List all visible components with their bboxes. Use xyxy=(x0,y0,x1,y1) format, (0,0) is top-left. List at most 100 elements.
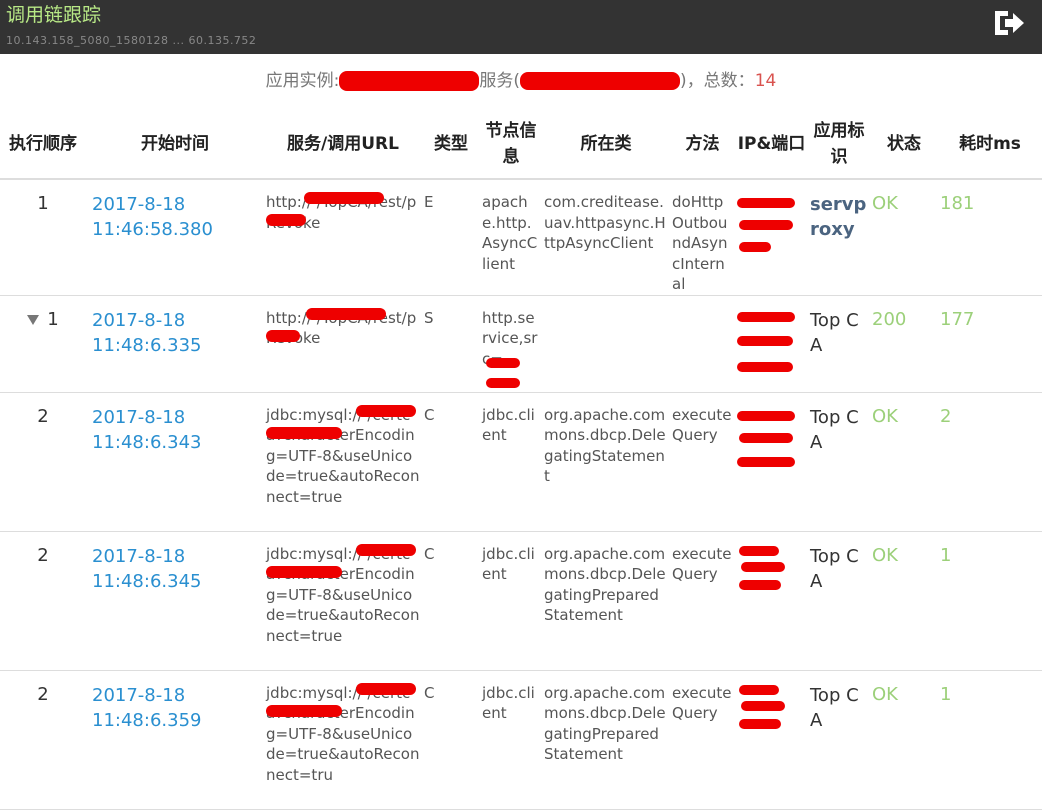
cell-app: Top CA xyxy=(808,531,870,671)
redaction-mark xyxy=(520,72,681,90)
redaction-mark xyxy=(741,561,785,572)
cell-class: org.apache.commons.dbcp.DelegatingPrepar… xyxy=(542,670,670,810)
cell-type: C xyxy=(422,670,480,810)
redaction-mark xyxy=(737,311,795,322)
redaction-mark xyxy=(266,704,342,717)
summary-total: 14 xyxy=(754,71,777,91)
header-node[interactable]: 节点信息 xyxy=(480,110,542,180)
header-app[interactable]: 应用标识 xyxy=(808,110,870,180)
cell-method: doHttpOutboundAsyncInternal xyxy=(670,179,735,296)
summary-line: 应用实例: 服务()，总数：14 xyxy=(0,66,1042,91)
redaction-mark xyxy=(737,410,795,421)
header-ip[interactable]: IP&端口 xyxy=(735,110,808,180)
cell-app: Top CA xyxy=(808,295,870,393)
start-date: 2017-8-18 xyxy=(92,309,186,331)
cell-url: jdbc:mysql:// /certca?characterEncoding=… xyxy=(264,670,422,810)
table-row[interactable]: 2 2017-8-18 11:48:6.345 jdbc:mysql:// /ce… xyxy=(0,531,1042,671)
redaction-mark xyxy=(739,220,793,230)
cell-ip xyxy=(735,179,808,296)
start-date: 2017-8-18 xyxy=(92,194,186,215)
trace-table: 执行顺序 开始时间 服务/调用URL 类型 节点信息 所在类 方法 IP&端口 … xyxy=(0,110,1042,810)
logout-icon[interactable] xyxy=(992,8,1026,38)
header-type[interactable]: 类型 xyxy=(422,110,480,180)
cell-cost: 1 xyxy=(938,531,1042,671)
summary-service-label: 服务( xyxy=(479,71,521,91)
cell-method: executeQuery xyxy=(670,670,735,810)
table-row[interactable]: 2 2017-8-18 11:48:6.343 jdbc:mysql:// /ce… xyxy=(0,392,1042,532)
start-date: 2017-8-18 xyxy=(92,545,186,567)
cell-seq: 1 xyxy=(0,179,86,296)
header-seq[interactable]: 执行顺序 xyxy=(0,110,86,180)
cell-start-time[interactable]: 2017-8-18 11:48:6.345 xyxy=(86,531,264,671)
seq-value: 1 xyxy=(47,308,59,330)
redaction-mark xyxy=(737,198,795,208)
cell-seq: 1 xyxy=(0,295,86,393)
header-start-time[interactable]: 开始时间 xyxy=(86,110,264,180)
cell-class: org.apache.commons.dbcp.DelegatingPrepar… xyxy=(542,531,670,671)
redaction-mark xyxy=(739,432,793,443)
redaction-mark xyxy=(304,192,384,204)
cell-method: executeQuery xyxy=(670,531,735,671)
cell-ip xyxy=(735,392,808,532)
summary-prefix: 应用实例: xyxy=(265,71,340,91)
url-text: jdbc:mysql:// /certca?characterEncoding=… xyxy=(266,405,420,506)
cell-start-time[interactable]: 2017-8-18 11:48:6.359 xyxy=(86,670,264,810)
start-time: 11:46:58.380 xyxy=(92,219,213,240)
cell-app[interactable]: servproxy xyxy=(808,179,870,296)
cell-class: com.creditease.uav.httpasync.HttpAsyncCl… xyxy=(542,179,670,296)
cell-cost: 2 xyxy=(938,392,1042,532)
redaction-mark xyxy=(339,71,480,91)
redaction-mark xyxy=(356,404,416,417)
summary-service-close: ) xyxy=(680,71,687,91)
cell-status: 200 xyxy=(870,295,938,393)
cell-status: OK xyxy=(870,670,938,810)
url-text: jdbc:mysql:// /certca?characterEncoding=… xyxy=(266,544,420,645)
redaction-mark xyxy=(266,329,300,342)
cell-url: jdbc:mysql:// /certca?characterEncoding=… xyxy=(264,531,422,671)
cell-cost: 177 xyxy=(938,295,1042,393)
cell-start-time[interactable]: 2017-8-18 11:48:6.335 xyxy=(86,295,264,393)
header-method[interactable]: 方法 xyxy=(670,110,735,180)
cell-app: Top CA xyxy=(808,670,870,810)
cell-start-time[interactable]: 2017-8-18 11:48:6.343 xyxy=(86,392,264,532)
cell-status: OK xyxy=(870,392,938,532)
start-time: 11:48:6.359 xyxy=(92,709,202,731)
table-row[interactable]: 1 2017-8-18 11:46:58.380 http:// /TopCA/r… xyxy=(0,179,1042,296)
header-cost[interactable]: 耗时ms xyxy=(938,110,1042,180)
cell-cost: 1 xyxy=(938,670,1042,810)
cell-app: Top CA xyxy=(808,392,870,532)
page-subtitle: 10.143.158_5080_1580128 ... 60.135.752 xyxy=(6,34,257,47)
redaction-mark xyxy=(739,579,781,590)
top-bar: 调用链跟踪 10.143.158_5080_1580128 ... 60.135… xyxy=(0,0,1042,54)
cell-status: OK xyxy=(870,179,938,296)
redaction-mark xyxy=(266,426,342,439)
redaction-mark xyxy=(486,377,520,388)
redaction-mark xyxy=(266,565,342,578)
redaction-mark xyxy=(739,684,779,695)
redaction-mark xyxy=(737,335,793,346)
cell-type: C xyxy=(422,531,480,671)
start-time: 11:48:6.345 xyxy=(92,570,202,592)
cell-node: jdbc.client xyxy=(480,531,542,671)
redaction-mark xyxy=(486,357,520,368)
table-row[interactable]: 1 2017-8-18 11:48:6.335 http:// /TopCA/re… xyxy=(0,295,1042,393)
cell-status: OK xyxy=(870,531,938,671)
redaction-mark xyxy=(266,214,306,226)
url-text: jdbc:mysql:// /certca?characterEncoding=… xyxy=(266,683,420,784)
header-url[interactable]: 服务/调用URL xyxy=(264,110,422,180)
header-status[interactable]: 状态 xyxy=(870,110,938,180)
redaction-mark xyxy=(739,718,781,729)
table-row[interactable]: 2 2017-8-18 11:48:6.359 jdbc:mysql:// /ce… xyxy=(0,670,1042,810)
redaction-mark xyxy=(739,545,779,556)
cell-node: jdbc.client xyxy=(480,392,542,532)
collapse-caret-icon[interactable] xyxy=(27,314,40,325)
redaction-mark xyxy=(741,700,785,711)
start-time: 11:48:6.343 xyxy=(92,431,202,453)
cell-start-time[interactable]: 2017-8-18 11:46:58.380 xyxy=(86,179,264,296)
header-class[interactable]: 所在类 xyxy=(542,110,670,180)
cell-seq: 2 xyxy=(0,670,86,810)
cell-node: apache.http.AsyncClient xyxy=(480,179,542,296)
cell-method: executeQuery xyxy=(670,392,735,532)
cell-ip xyxy=(735,670,808,810)
cell-ip xyxy=(735,295,808,393)
